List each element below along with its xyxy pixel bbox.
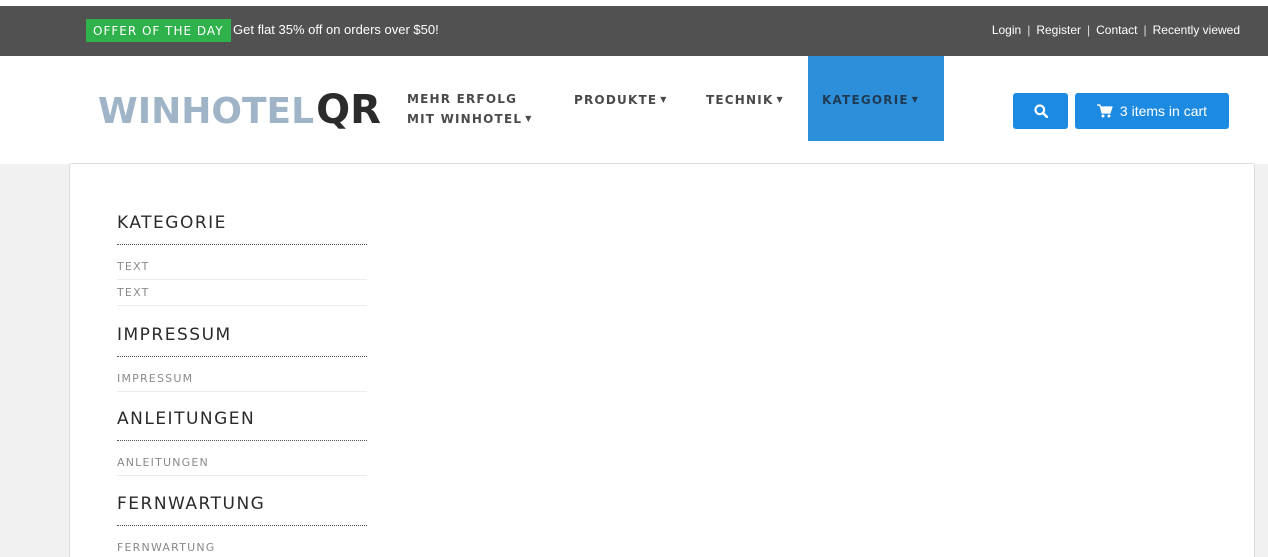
nav-label: TECHNIK	[706, 93, 774, 107]
cart-button[interactable]: 3 items in cart	[1075, 93, 1229, 129]
section-title: KATEGORIE	[117, 213, 367, 245]
offer-badge: OFFER OF THE DAY	[86, 19, 231, 42]
nav-label: PRODUKTE	[574, 93, 658, 107]
section-title: ANLEITUNGEN	[117, 409, 367, 441]
section-anleitungen: ANLEITUNGEN ANLEITUNGEN	[117, 409, 367, 476]
nav-produkte[interactable]: PRODUKTE ▼	[574, 56, 668, 141]
register-link[interactable]: Register	[1036, 23, 1081, 37]
caret-down-icon: ▼	[911, 95, 920, 104]
section-title: IMPRESSUM	[117, 325, 367, 357]
offer-bar: OFFER OF THE DAY Get flat 35% off on ord…	[0, 6, 1268, 56]
link-separator: |	[1027, 23, 1031, 37]
search-button[interactable]	[1013, 93, 1068, 129]
nav-label-line1: MEHR ERFOLG	[407, 92, 518, 106]
search-icon	[1033, 104, 1048, 118]
login-link[interactable]: Login	[992, 23, 1021, 37]
section-link[interactable]: ANLEITUNGEN	[117, 450, 367, 476]
caret-down-icon: ▼	[525, 114, 533, 123]
section-impressum: IMPRESSUM IMPRESSUM	[117, 325, 367, 392]
nav-kategorie[interactable]: KATEGORIE ▼	[808, 56, 944, 141]
content-card: KATEGORIE TEXT TEXT IMPRESSUM IMPRESSUM …	[69, 163, 1255, 557]
nav-mehr-erfolg[interactable]: MEHR ERFOLG MIT WINHOTEL ▼	[407, 56, 533, 141]
top-links: Login | Register | Contact | Recently vi…	[992, 23, 1240, 37]
nav-label: KATEGORIE	[822, 93, 909, 107]
contact-link[interactable]: Contact	[1096, 23, 1137, 37]
section-link[interactable]: TEXT	[117, 254, 367, 280]
link-separator: |	[1087, 23, 1091, 37]
offer-text: Get flat 35% off on orders over $50!	[233, 22, 439, 37]
caret-down-icon: ▼	[660, 95, 668, 104]
nav-technik[interactable]: TECHNIK ▼	[706, 56, 784, 141]
logo-qr: QR	[316, 87, 381, 133]
logo-win: WINHOTEL	[98, 91, 315, 132]
site-logo[interactable]: WINHOTEL QR	[98, 87, 381, 133]
recently-viewed-link[interactable]: Recently viewed	[1153, 23, 1240, 37]
section-link[interactable]: IMPRESSUM	[117, 366, 367, 392]
cart-label: 3 items in cart	[1119, 103, 1208, 119]
caret-down-icon: ▼	[776, 95, 784, 104]
section-fernwartung: FERNWARTUNG FERNWARTUNG	[117, 494, 367, 557]
cart-icon	[1096, 104, 1113, 118]
section-link[interactable]: TEXT	[117, 280, 367, 306]
section-link[interactable]: FERNWARTUNG	[117, 535, 367, 557]
section-title: FERNWARTUNG	[117, 494, 367, 526]
section-kategorie: KATEGORIE TEXT TEXT	[117, 213, 367, 306]
link-separator: |	[1143, 23, 1147, 37]
nav-label-line2: MIT WINHOTEL	[407, 112, 523, 126]
site-header: WINHOTEL QR MEHR ERFOLG MIT WINHOTEL ▼ PR…	[0, 56, 1268, 164]
